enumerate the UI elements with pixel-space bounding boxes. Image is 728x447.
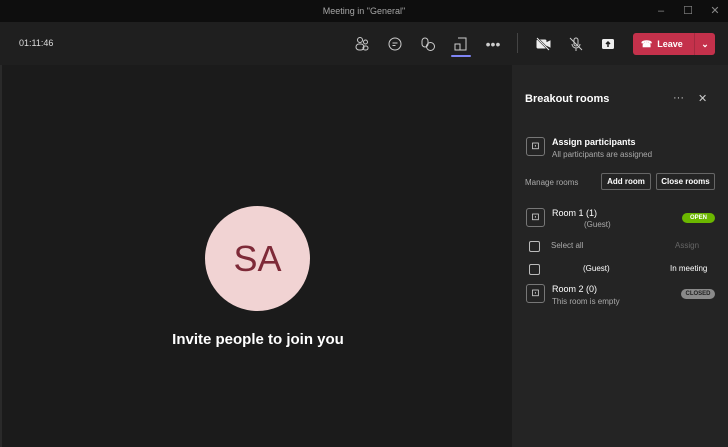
participant-state: In meeting	[670, 264, 708, 273]
room-icon: ⊡	[526, 208, 545, 227]
room-name[interactable]: Room 1 (1)	[552, 208, 597, 218]
maximize-icon[interactable]: ☐	[675, 0, 701, 22]
select-all-label: Select all	[551, 241, 584, 250]
room-detail: (Guest)	[584, 220, 611, 229]
mic-off-icon[interactable]	[563, 31, 589, 57]
leave-button[interactable]: ☎ Leave ⌄	[633, 33, 715, 55]
title-bar: Meeting in "General"	[0, 0, 728, 22]
leave-options-chevron-icon[interactable]: ⌄	[695, 39, 715, 50]
active-tab-indicator	[451, 55, 471, 57]
manage-rooms-label: Manage rooms	[525, 178, 579, 187]
add-room-button[interactable]: Add room	[601, 173, 651, 190]
chat-icon[interactable]	[382, 31, 408, 57]
invite-text: Invite people to join you	[172, 331, 344, 348]
toolbar-divider	[517, 33, 518, 53]
camera-off-icon[interactable]	[530, 31, 556, 57]
room-detail: This room is empty	[552, 297, 620, 306]
panel-title: Breakout rooms	[525, 93, 610, 105]
meeting-timer: 01:11:46	[19, 38, 54, 48]
meeting-stage: SA Invite people to join you	[0, 65, 512, 447]
avatar: SA	[205, 206, 310, 311]
assign-button[interactable]: Assign	[675, 241, 699, 250]
select-all-checkbox[interactable]	[529, 241, 540, 252]
leave-label: Leave	[657, 39, 683, 49]
share-screen-icon[interactable]	[595, 31, 621, 57]
participant-name: (Guest)	[583, 264, 610, 273]
avatar-initials: SA	[233, 237, 282, 279]
assign-participants-subtitle: All participants are assigned	[552, 150, 653, 159]
breakout-rooms-icon[interactable]	[448, 31, 474, 57]
status-badge-open: OPEN	[682, 213, 715, 223]
minimize-icon[interactable]: –	[648, 0, 674, 22]
status-badge-closed: CLOSED	[681, 289, 715, 299]
assign-participants-title[interactable]: Assign participants	[552, 137, 636, 147]
room-name[interactable]: Room 2 (0)	[552, 284, 597, 294]
close-rooms-button[interactable]: Close rooms	[656, 173, 715, 190]
room-icon: ⊡	[526, 284, 545, 303]
breakout-rooms-panel: Breakout rooms ··· ✕ ⊡ Assign participan…	[512, 65, 728, 447]
hang-up-icon: ☎	[641, 38, 653, 49]
window-title: Meeting in "General"	[322, 6, 406, 16]
close-window-icon[interactable]: ✕	[702, 0, 728, 22]
more-options-icon[interactable]: •••	[480, 31, 506, 57]
panel-close-icon[interactable]: ✕	[698, 92, 707, 105]
reactions-icon[interactable]	[415, 31, 441, 57]
participant-checkbox[interactable]	[529, 264, 540, 275]
assign-participants-icon[interactable]: ⊡	[526, 137, 545, 156]
participants-icon[interactable]	[349, 31, 375, 57]
panel-more-icon[interactable]: ···	[673, 92, 684, 104]
